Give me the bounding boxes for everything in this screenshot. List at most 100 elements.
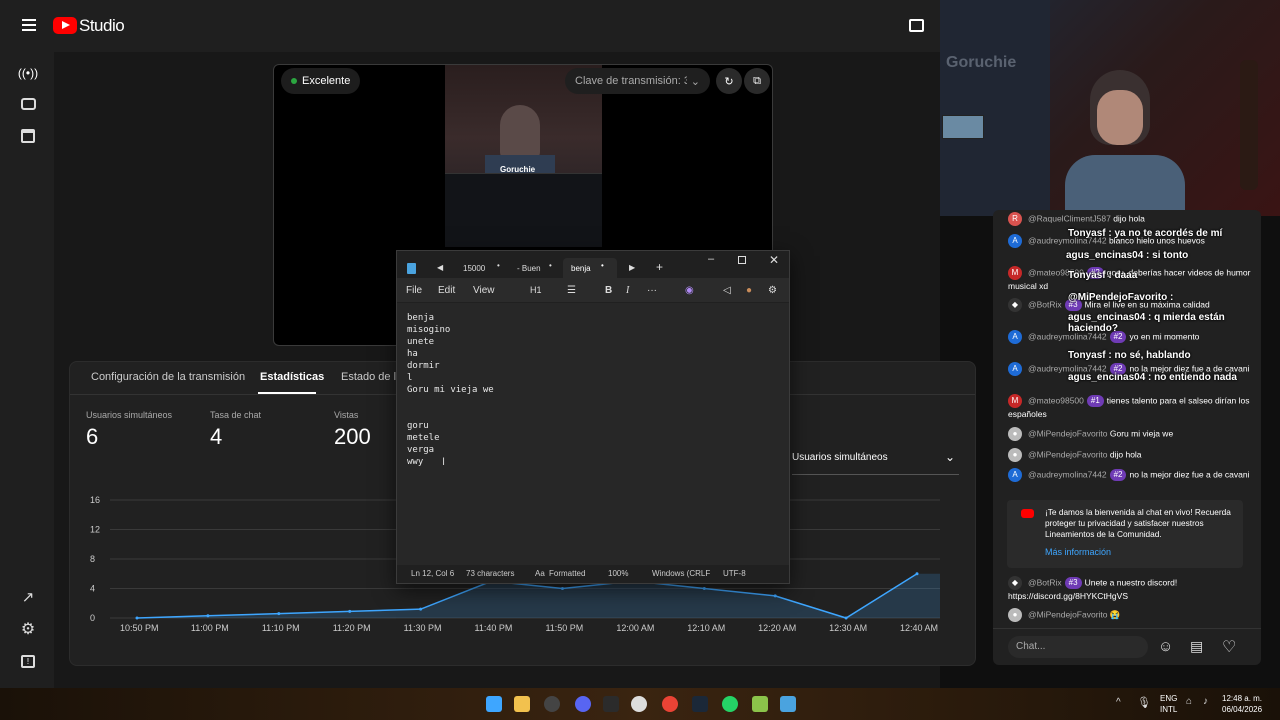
avatar[interactable]: R [1008,212,1022,226]
chat-username[interactable]: @BotRix [1028,299,1062,309]
chart-point[interactable] [348,609,352,613]
microphone-icon[interactable]: 🎙 [1137,696,1151,709]
italic-icon[interactable]: I [626,285,629,296]
tab-stream-settings[interactable]: Configuración de la transmisión [91,371,245,383]
tab-stream-health[interactable]: Estado de la [341,371,402,383]
chat-message[interactable]: R @RaquelClimentJ587 dijo hola [1008,212,1253,226]
chat-username[interactable]: @BotRix [1028,577,1062,587]
tab-statistics[interactable]: Estadísticas [260,371,324,383]
tab-next-arrow-icon[interactable]: ▶ [629,263,635,272]
chat-username[interactable]: @audreymolina7442 [1028,469,1107,479]
metric-dropdown[interactable]: Usuarios simultáneos ⌄ [792,450,957,472]
volume-icon[interactable]: ♪ [1203,696,1208,707]
whatsapp-icon[interactable] [722,696,738,712]
chat-message[interactable]: ● @MiPendejoFavorito dijo hola [1008,448,1253,462]
app-icon[interactable] [752,696,768,712]
status-zoom[interactable]: 100% [608,569,628,578]
tray-chevron-icon[interactable]: ^ [1116,697,1121,708]
super-chat-icon[interactable]: ▤ [1190,638,1203,655]
avatar[interactable]: A [1008,330,1022,344]
chat-notice-link[interactable]: Más información [1045,547,1111,557]
chart-point[interactable] [277,612,281,616]
chart-point[interactable] [206,614,210,618]
calendar-icon[interactable] [17,125,39,147]
chart-point[interactable] [135,616,139,620]
share-arrow-icon[interactable]: ↗ [17,586,39,608]
tab-prev-arrow-icon[interactable]: ◀ [437,263,443,272]
avatar[interactable]: A [1008,362,1022,376]
chat-username[interactable]: @MiPendejoFavorito [1028,428,1108,438]
stream-icon[interactable]: ((•)) [17,62,39,84]
chat-username[interactable]: @mateo98500 [1028,395,1084,405]
announce-icon[interactable]: ◁ [723,285,731,296]
maximize-icon[interactable] [738,256,746,264]
settings-gear-icon[interactable]: ⚙ [17,618,39,640]
more-icon[interactable]: ··· [647,285,657,296]
heading-dropdown[interactable]: H1 [530,285,542,295]
notepad-task-icon[interactable] [780,696,796,712]
notepad-tab-active[interactable]: benja • [563,258,617,278]
camera-icon[interactable] [17,93,39,115]
menu-file[interactable]: File [406,285,422,296]
notepad-window[interactable]: ◀ 15000 • - Buen • benja • ▶ + – ✕ File … [396,250,790,584]
avatar[interactable]: ● [1008,427,1022,441]
status-encoding[interactable]: UTF-8 [723,569,746,578]
close-icon[interactable]: ✕ [769,253,779,267]
notepad-tab[interactable]: 15000 • [457,261,505,277]
avatar[interactable]: ● [1008,608,1022,622]
chat-message[interactable]: ● @MiPendejoFavorito Goru mi vieja we [1008,427,1253,441]
chart-point[interactable] [773,594,777,598]
app-icon[interactable] [603,696,619,712]
chart-point[interactable] [844,616,848,620]
avatar[interactable]: ◆ [1008,576,1022,590]
avatar[interactable]: A [1008,234,1022,248]
avatar-icon[interactable]: ● [746,285,752,296]
heart-icon[interactable]: ♡ [1222,637,1236,657]
chat-message[interactable]: M @mateo98500 #1 tienes talento para el sal… [1008,394,1253,420]
avatar[interactable]: ◆ [1008,298,1022,312]
chat-message[interactable]: ● @MiPendejoFavorito 😭 [1008,608,1253,622]
notepad-tab[interactable]: - Buen • [511,261,559,277]
youtube-logo-icon[interactable] [53,17,77,34]
copilot-icon[interactable]: ◉ [685,285,694,296]
chat-username[interactable]: @MiPendejoFavorito [1028,449,1108,459]
tray-layout[interactable]: INTL [1160,705,1177,714]
status-format[interactable]: Formatted [549,569,585,578]
notepad-text-area[interactable]: benja misogino unete ha dormir l Goru mi vieja… [397,303,789,565]
chat-username[interactable]: @RaquelClimentJ587 [1028,213,1111,223]
tray-lang[interactable]: ENG [1160,694,1177,703]
chart-point[interactable] [560,587,564,590]
live-control-icon[interactable] [909,19,924,32]
chat-username[interactable]: @MiPendejoFavorito [1028,609,1108,619]
chat-message[interactable]: ◆ @BotRix #3 Unete a nuestro discord! https… [1008,576,1253,602]
chat-input[interactable]: Chat... [1008,636,1148,658]
menu-view[interactable]: View [473,285,495,296]
chart-point[interactable] [702,587,706,590]
copy-icon[interactable]: ⧉ [744,68,770,94]
obs-icon[interactable] [544,696,560,712]
tray-date[interactable]: 06/04/2026 [1222,705,1262,714]
minimize-icon[interactable]: – [708,253,714,265]
app-icon[interactable] [631,696,647,712]
refresh-icon[interactable]: ↻ [716,68,742,94]
new-tab-plus-icon[interactable]: + [656,260,663,274]
avatar[interactable]: ● [1008,448,1022,462]
bold-icon[interactable]: B [605,285,612,296]
avatar[interactable]: M [1008,266,1022,280]
file-explorer-icon[interactable] [514,696,530,712]
avatar[interactable]: A [1008,468,1022,482]
feedback-icon[interactable]: ! [17,650,39,672]
discord-icon[interactable] [575,696,591,712]
chrome-icon[interactable] [662,696,678,712]
emoji-icon[interactable]: ☺ [1158,638,1173,655]
menu-edit[interactable]: Edit [438,285,455,296]
chart-point[interactable] [419,607,423,611]
chat-message[interactable]: A @audreymolina7442 #2 no la mejor diez fue… [1008,468,1253,482]
list-icon[interactable]: ☰ [567,285,576,296]
avatar[interactable]: M [1008,394,1022,408]
windows-start-icon[interactable] [486,696,502,712]
settings-gear-icon[interactable]: ⚙ [768,285,777,296]
steam-icon[interactable] [692,696,708,712]
tray-time[interactable]: 12:48 a. m. [1222,694,1262,703]
menu-icon[interactable] [22,19,36,31]
